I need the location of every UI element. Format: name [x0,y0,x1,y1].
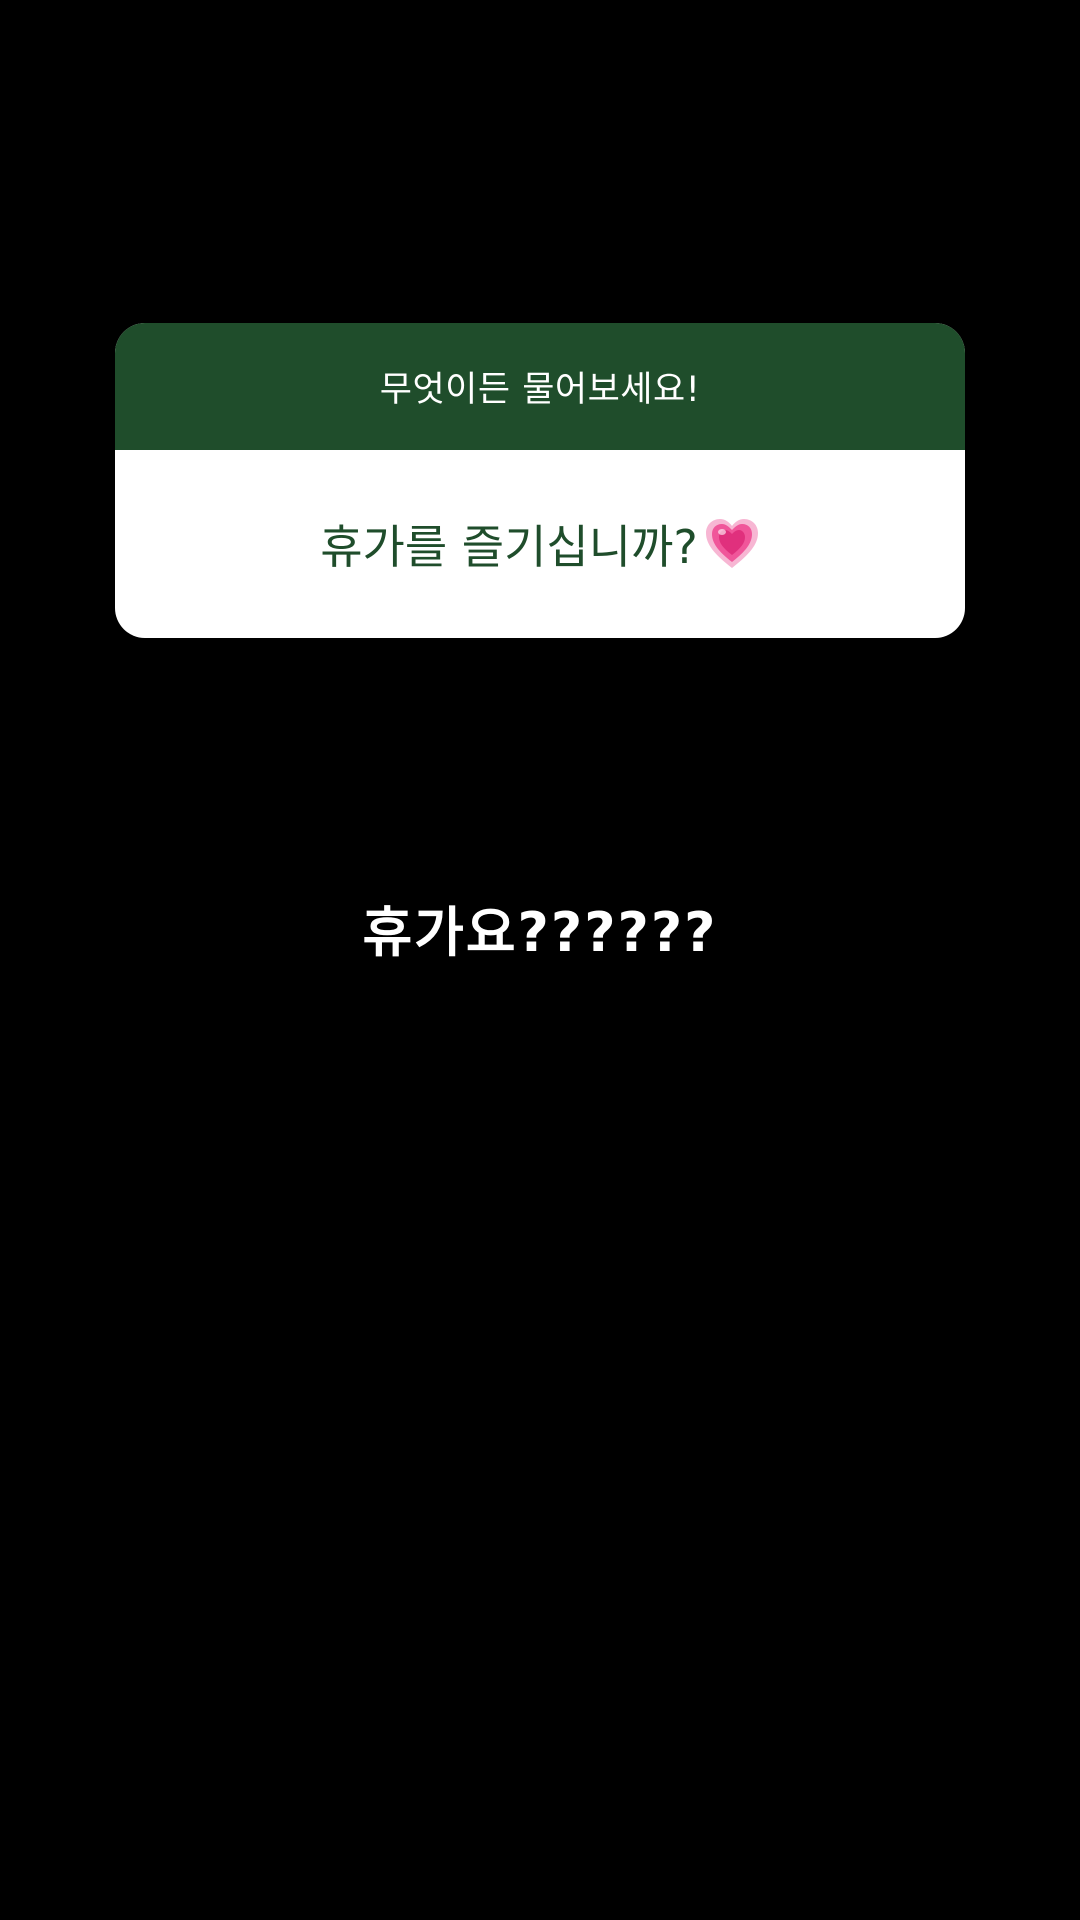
question-sticker-header: 무엇이든 물어보세요! [115,323,965,450]
question-text-row: 휴가를 즐기십니까? [320,511,760,577]
question-text: 휴가를 즐기십니까? [320,520,698,574]
answer-text: 휴가요?????? [362,901,718,964]
story-screen: 무엇이든 물어보세요! 휴가를 즐기십니까? 휴가요?????? [0,0,1080,1920]
growing-heart-icon [704,518,760,570]
question-sticker-body: 휴가를 즐기십니까? [115,450,965,638]
question-sticker-prompt: 무엇이든 물어보세요! [379,370,701,410]
question-sticker[interactable]: 무엇이든 물어보세요! 휴가를 즐기십니까? [115,323,965,638]
